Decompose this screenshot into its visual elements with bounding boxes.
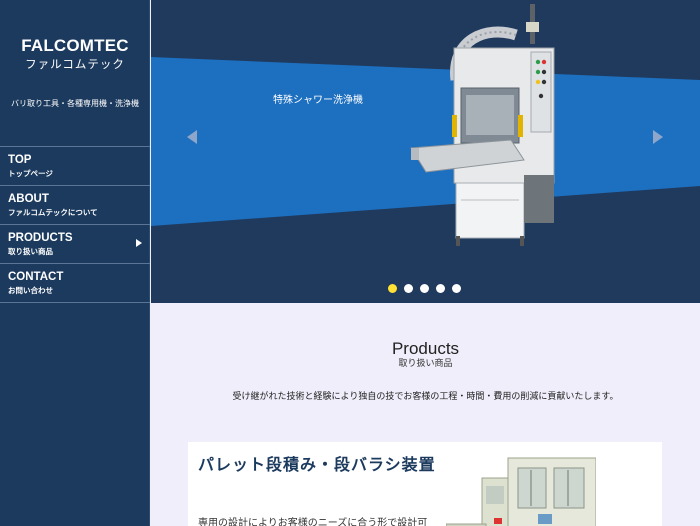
brand-name-ja: ファルコムテック [25, 57, 125, 71]
nav-item-about[interactable]: ABOUT ファルコムテックについて [0, 186, 150, 225]
nav-item-sublabel: トップページ [8, 169, 53, 178]
nav-item-contact[interactable]: CONTACT お問い合わせ [0, 264, 150, 303]
nav-item-sublabel: ファルコムテックについて [8, 208, 98, 217]
submenu-arrow-icon [136, 239, 142, 247]
slider-dot-3[interactable] [420, 284, 429, 293]
site-logo[interactable]: FALCOMTEC ファルコムテック [0, 36, 150, 72]
nav-item-label: ABOUT [8, 193, 49, 205]
section-title: Products [391, 339, 460, 358]
slider-dots [388, 284, 461, 293]
nav-item-label: CONTACT [8, 271, 64, 283]
nav-item-label: PRODUCTS [8, 232, 73, 244]
nav-item-products[interactable]: PRODUCTS 取り扱い商品 [0, 225, 150, 264]
sidebar: FALCOMTEC ファルコムテック バリ取り工具・各種専用機・洗浄機 TOP … [0, 0, 150, 526]
product-machine-image [446, 457, 596, 526]
nav-item-sublabel: お問い合わせ [8, 286, 53, 295]
brand-tagline: バリ取り工具・各種専用機・洗浄機 [11, 99, 139, 108]
slider-dot-2[interactable] [404, 284, 413, 293]
slider-prev-icon[interactable] [187, 130, 197, 144]
slider-dot-5[interactable] [452, 284, 461, 293]
nav-item-sublabel: 取り扱い商品 [8, 247, 53, 256]
hero-machine-image [410, 4, 555, 246]
product-card-text: 専用の設計によりお客様のニーズに合う形で設計可 [198, 518, 428, 526]
hero-slider: 特殊シャワー洗浄機 [151, 0, 700, 303]
products-section: Products 取り扱い商品 受け継がれた技術と経験により独自の技でお客様の工… [151, 303, 700, 526]
nav-item-label: TOP [8, 154, 32, 166]
main-nav: TOP トップページ ABOUT ファルコムテックについて PRODUCTS 取… [0, 146, 150, 303]
section-subtitle: 取り扱い商品 [398, 359, 453, 369]
section-description: 受け継がれた技術と経験により独自の技でお客様の工程・時間・費用の削減に貢献いたし… [232, 392, 619, 402]
product-card-title: パレット段積み・段バラシ装置 [198, 455, 436, 474]
product-card[interactable]: パレット段積み・段バラシ装置 専用の設計によりお客様のニーズに合う形で設計可 [188, 442, 662, 526]
brand-name-en: FALCOMTEC [21, 36, 129, 55]
nav-item-top[interactable]: TOP トップページ [0, 147, 150, 186]
slider-dot-1[interactable] [388, 284, 397, 293]
hero-caption: 特殊シャワー洗浄機 [273, 95, 363, 106]
slider-dot-4[interactable] [436, 284, 445, 293]
slider-next-icon[interactable] [653, 130, 663, 144]
